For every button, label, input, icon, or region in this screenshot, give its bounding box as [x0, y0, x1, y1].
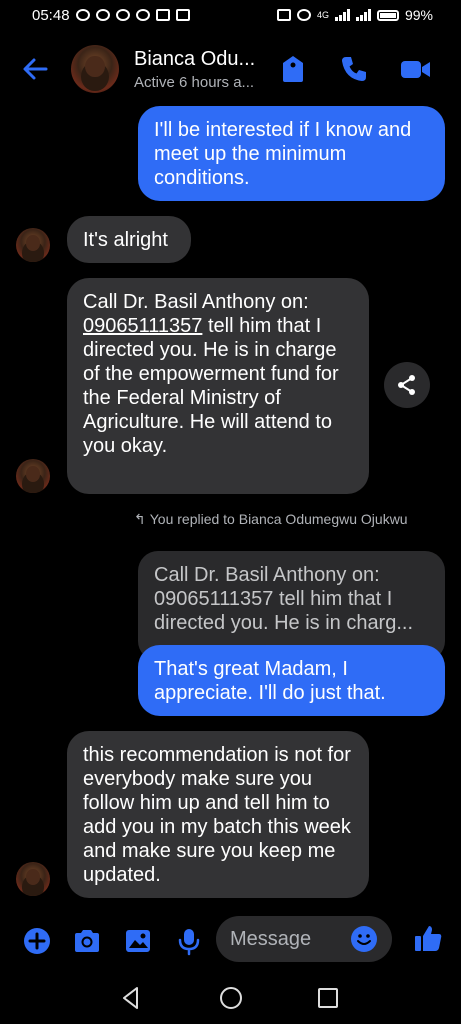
message-text: It's alright	[83, 229, 168, 251]
message-bubble-incoming[interactable]: It's alright	[67, 216, 191, 263]
message-text: this recommendation is not for everybody…	[83, 744, 351, 886]
share-button[interactable]	[384, 362, 430, 408]
messenger-icon	[95, 9, 110, 21]
battery-level: 99%	[404, 7, 433, 23]
eye-icon	[75, 9, 90, 21]
tag-icon[interactable]	[276, 52, 310, 86]
facebook-icon-2	[175, 9, 190, 21]
thumbs-up-icon[interactable]	[412, 922, 444, 954]
contact-avatar[interactable]	[71, 45, 119, 93]
facebook-icon	[155, 9, 170, 21]
message-bubble-incoming[interactable]: Call Dr. Basil Anthony on: 09065111357 t…	[67, 278, 369, 494]
message-bubble-incoming[interactable]: this recommendation is not for everybody…	[67, 731, 369, 898]
chat-icon	[135, 9, 150, 21]
active-status: Active 6 hours a...	[134, 74, 255, 91]
back-arrow-icon[interactable]	[20, 54, 50, 84]
message-input[interactable]: Message	[216, 916, 392, 962]
reply-indicator: ↰ You replied to Bianca Odumegwu Ojukwu	[134, 511, 408, 527]
phone-call-icon[interactable]	[337, 52, 371, 86]
microphone-icon[interactable]	[174, 926, 204, 956]
phone-number-link[interactable]: 09065111357	[83, 315, 202, 337]
nfc-icon	[276, 9, 291, 21]
plus-icon[interactable]	[22, 926, 52, 956]
hotspot-icon	[296, 9, 311, 21]
message-text: I'll be interested if I know and meet up…	[154, 119, 412, 189]
network-type: 4G	[316, 10, 329, 20]
nav-home-icon[interactable]	[218, 985, 244, 1011]
contact-name[interactable]: Bianca Odu...	[134, 48, 255, 71]
clock: 05:48	[32, 6, 70, 24]
message-bubble-outgoing[interactable]: That's great Madam, I appreciate. I'll d…	[138, 645, 445, 716]
signal-icon-2	[355, 9, 371, 21]
signal-icon	[334, 9, 350, 21]
message-text: That's great Madam, I appreciate. I'll d…	[154, 658, 386, 704]
message-text: Call Dr. Basil Anthony on:	[83, 291, 309, 313]
battery-icon	[376, 9, 399, 21]
sender-avatar[interactable]	[16, 459, 50, 493]
video-call-icon[interactable]	[398, 52, 432, 86]
quoted-text: Call Dr. Basil Anthony on: 09065111357 t…	[154, 564, 414, 634]
nav-back-icon[interactable]	[118, 985, 144, 1011]
nav-recents-icon[interactable]	[315, 985, 341, 1011]
sender-avatar[interactable]	[16, 862, 50, 896]
gallery-icon[interactable]	[123, 926, 153, 956]
status-bar: 05:48 4G 99%	[0, 0, 461, 30]
emoji-icon[interactable]	[350, 925, 378, 953]
system-nav-bar	[0, 975, 461, 1024]
reply-arrow-icon: ↰	[134, 511, 146, 527]
chat-header: Bianca Odu... Active 6 hours a...	[0, 34, 461, 104]
camera-icon[interactable]	[72, 926, 102, 956]
composer-bar: Message	[0, 912, 461, 968]
messenger-icon-2	[115, 9, 130, 21]
sender-avatar[interactable]	[16, 228, 50, 262]
share-icon	[398, 375, 415, 395]
message-bubble-outgoing[interactable]: I'll be interested if I know and meet up…	[138, 106, 445, 201]
